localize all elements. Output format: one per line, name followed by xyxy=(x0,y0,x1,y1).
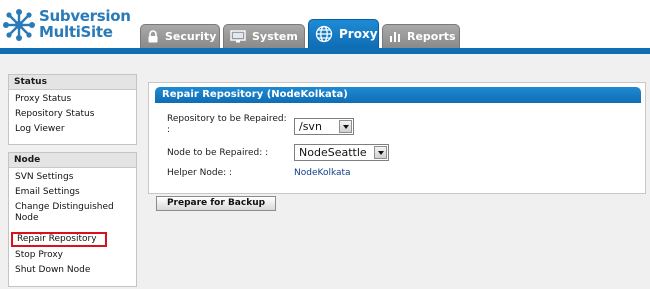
tab-proxy-label: Proxy xyxy=(339,27,378,41)
sidebar-node-title: Node xyxy=(9,153,136,168)
sidebar-item-change-distinguished-node[interactable]: Change Distinguished Node xyxy=(9,202,127,224)
repository-select-value: /svn xyxy=(299,120,322,133)
node-select-value: NodeSeattle xyxy=(299,146,367,159)
sidebar-status-section: Status Proxy Status Repository Status Lo… xyxy=(8,74,137,145)
sidebar-item-shut-down-node[interactable]: Shut Down Node xyxy=(9,265,96,276)
sidebar-item-repository-status[interactable]: Repository Status xyxy=(9,109,136,120)
lock-icon xyxy=(148,30,158,43)
helper-node-value: NodeKolkata xyxy=(294,168,351,178)
chevron-down-icon xyxy=(374,146,387,159)
panel-title: Repair Repository (NodeKolkata) xyxy=(155,87,641,103)
network-logo-icon xyxy=(3,9,35,41)
repository-select[interactable]: /svn xyxy=(294,118,354,135)
globe-icon xyxy=(315,25,333,43)
tab-system[interactable]: System xyxy=(223,24,305,48)
repository-label-line1: Repository to be Repaired: xyxy=(167,114,287,124)
repository-label: Repository to be Repaired: : xyxy=(167,114,287,136)
sidebar-status-title: Status xyxy=(9,75,136,90)
repair-repository-panel: Repair Repository (NodeKolkata) Reposito… xyxy=(148,82,646,194)
node-label: Node to be Repaired: : xyxy=(167,148,269,158)
sidebar-item-stop-proxy[interactable]: Stop Proxy xyxy=(9,250,69,261)
tab-proxy[interactable]: Proxy xyxy=(308,19,379,48)
repository-label-line2: : xyxy=(167,125,171,135)
sidebar-item-email-settings[interactable]: Email Settings xyxy=(9,187,136,198)
node-select[interactable]: NodeSeattle xyxy=(294,144,389,161)
sidebar-item-svn-settings[interactable]: SVN Settings xyxy=(9,172,136,183)
monitor-icon xyxy=(230,30,246,43)
sidebar-item-proxy-status[interactable]: Proxy Status xyxy=(9,94,136,105)
tab-security-label: Security xyxy=(165,30,217,43)
sidebar-node-section: Node SVN Settings Email Settings Change … xyxy=(8,152,137,287)
main-area: Status Proxy Status Repository Status Lo… xyxy=(0,54,650,289)
prepare-for-backup-button[interactable]: Prepare for Backup xyxy=(156,196,276,211)
brand-line2: MultiSite xyxy=(39,23,113,41)
logo: Subversion MultiSite xyxy=(2,6,131,44)
chevron-down-icon xyxy=(339,120,352,133)
helper-node-label: Helper Node: : xyxy=(167,168,233,178)
tab-system-label: System xyxy=(252,30,298,43)
tab-reports-label: Reports xyxy=(407,30,456,43)
bar-chart-icon xyxy=(390,32,400,42)
sidebar-item-log-viewer[interactable]: Log Viewer xyxy=(9,124,136,135)
brand-line1: Subversion xyxy=(39,7,131,25)
brand-name: Subversion MultiSite xyxy=(39,8,131,40)
sidebar-item-repair-repository[interactable]: Repair Repository xyxy=(11,232,107,247)
app-header: Subversion MultiSite Security System Pro… xyxy=(0,0,650,54)
tab-reports[interactable]: Reports xyxy=(382,24,460,48)
tab-security[interactable]: Security xyxy=(140,24,220,48)
